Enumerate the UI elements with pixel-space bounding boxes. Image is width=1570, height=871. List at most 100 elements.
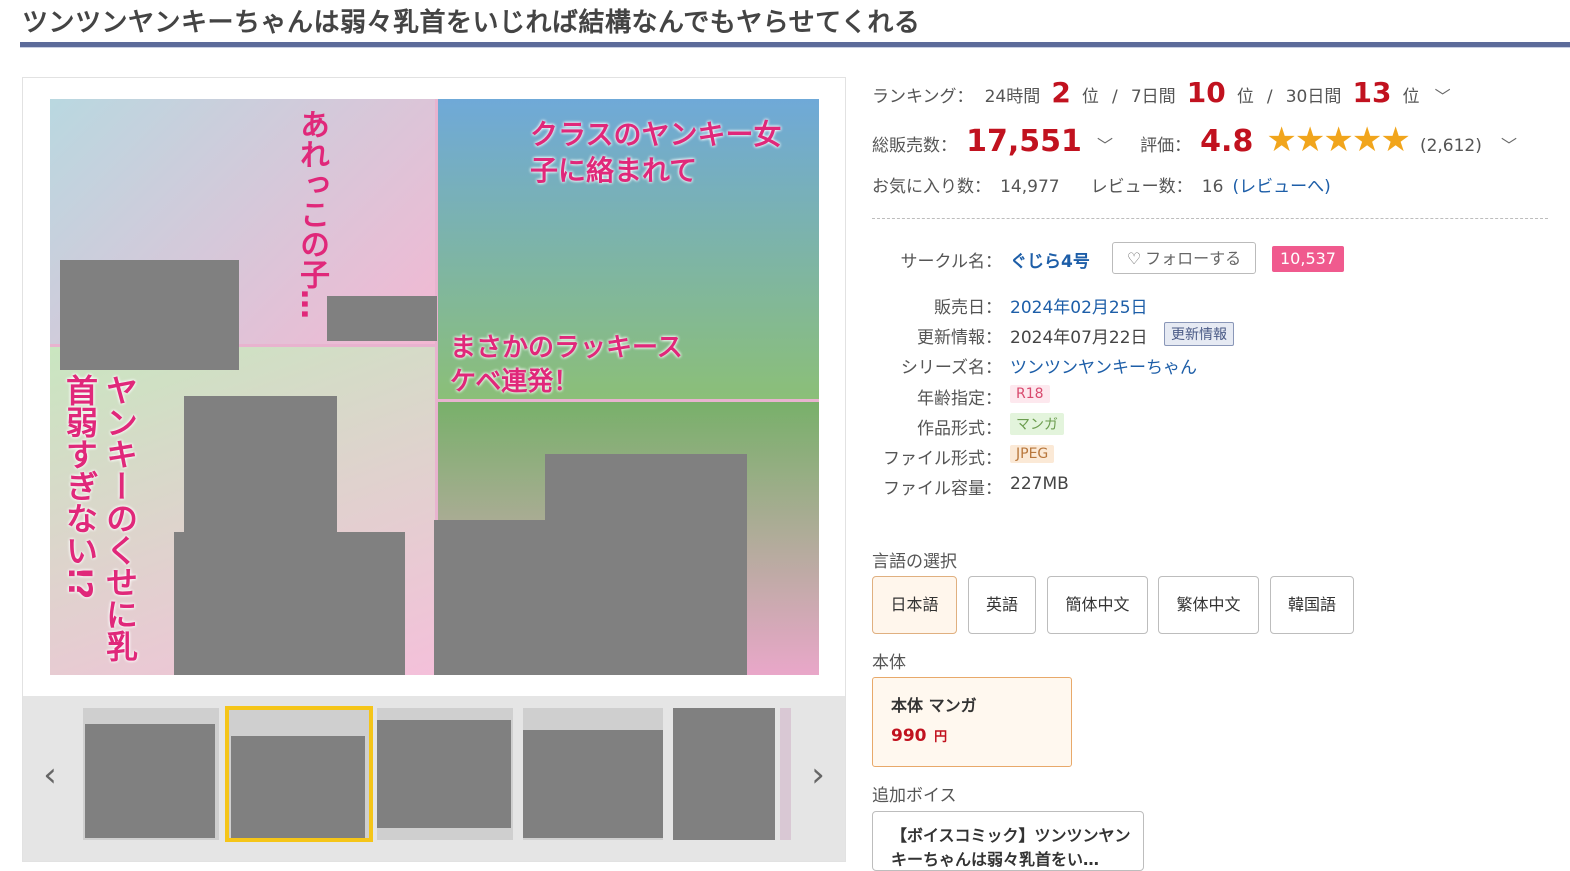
thumbnail[interactable]	[673, 708, 775, 840]
favorites-label: お気に入り数：	[872, 177, 991, 197]
ranking-label: ランキング：	[872, 87, 974, 107]
reviews-link[interactable]: (レビューへ)	[1233, 177, 1331, 197]
follow-button[interactable]: ♡ フォローする	[1112, 242, 1256, 274]
voice-title: 【ボイスコミック】ツンツンヤンキーちゃんは弱々乳首をい…	[891, 826, 1131, 869]
favorites-value: 14,977	[1000, 177, 1060, 197]
section-divider	[872, 218, 1548, 219]
rating-value: 4.8	[1200, 124, 1254, 159]
censor-block	[85, 724, 215, 838]
circle-label: サークル名：	[900, 252, 1003, 272]
language-option-simplified-chinese[interactable]: 簡体中文	[1047, 576, 1148, 634]
update-label: 更新情報：	[917, 328, 1002, 348]
censor-block	[673, 708, 775, 840]
star-icon: ★	[1323, 120, 1354, 160]
cover-caption-3: まさかのラッキースケベ連発！	[450, 333, 683, 397]
censor-block	[545, 454, 747, 675]
image-gallery: あれっこの子… クラスのヤンキー女子に絡まれて まさかのラッキースケベ連発！ ヤ…	[22, 77, 846, 862]
language-option-korean[interactable]: 韓国語	[1270, 576, 1354, 634]
language-section-label: 言語の選択	[872, 552, 957, 572]
reviews-label: レビュー数：	[1090, 177, 1193, 197]
heart-icon: ♡	[1126, 249, 1142, 268]
file-size-label: ファイル容量：	[883, 479, 1002, 499]
ranking-value: 2	[1051, 76, 1071, 109]
work-format-tag[interactable]: マンガ	[1010, 413, 1064, 435]
favorites-row: お気に入り数： 14,977 レビュー数： 16 (レビューへ)	[872, 172, 1331, 197]
work-format-value: マンガ	[1010, 413, 1064, 435]
sales-value: 17,551	[966, 124, 1082, 159]
update-date: 2024年07月22日	[1010, 328, 1148, 348]
file-format-label: ファイル形式：	[883, 449, 1002, 469]
star-icon: ★	[1294, 120, 1326, 160]
chevron-left-icon[interactable]: ‹	[35, 758, 65, 792]
ranking-period: 7日間	[1130, 87, 1176, 107]
chevron-down-icon[interactable]: ﹀	[1435, 87, 1451, 106]
ranking-period: 24時間	[984, 87, 1041, 107]
reviews-value: 16	[1201, 177, 1224, 197]
age-rating-value: R18	[1010, 385, 1050, 403]
ranking-unit: 位	[1236, 87, 1254, 107]
follow-count-badge: 10,537	[1272, 246, 1344, 272]
censor-block	[377, 720, 511, 828]
ranking-unit: 位	[1081, 87, 1099, 107]
chevron-right-icon[interactable]: ›	[803, 758, 833, 792]
release-date-label: 販売日：	[934, 298, 1002, 318]
chevron-down-icon[interactable]: ﹀	[1097, 136, 1113, 155]
cover-caption-1: あれっこの子…	[294, 109, 329, 319]
ranking-separator: /	[1266, 87, 1273, 107]
chevron-down-icon[interactable]: ﹀	[1501, 136, 1517, 155]
star-icon: ★	[1351, 120, 1383, 160]
ranking-value: 13	[1352, 76, 1392, 109]
ranking-separator: /	[1112, 87, 1118, 107]
star-icon: ★	[1266, 120, 1297, 160]
rating-label: 評価：	[1140, 136, 1192, 156]
edition-price-unit: 円	[934, 730, 948, 745]
series-link[interactable]: ツンツンヤンキーちゃん	[1010, 353, 1197, 378]
cover-caption-4: ヤンキーのくせに乳首弱すぎない!?	[61, 374, 139, 662]
ranking-period: 30日間	[1285, 87, 1342, 107]
follow-button-label: フォローする	[1145, 249, 1242, 268]
voice-section-label: 追加ボイス	[872, 786, 957, 806]
thumbnail-active[interactable]	[225, 706, 373, 842]
age-rating-label: 年齢指定：	[917, 389, 1002, 409]
update-info-tag-label: 更新情報	[1164, 322, 1234, 346]
edition-price: 990 円	[891, 726, 947, 746]
censor-block	[174, 532, 405, 675]
update-info-tag[interactable]: 更新情報	[1164, 322, 1234, 346]
voice-option[interactable]: 【ボイスコミック】ツンツンヤンキーちゃんは弱々乳首をい…	[872, 811, 1144, 871]
rating-stars: ★★★★★	[1266, 120, 1410, 160]
censor-block	[60, 260, 239, 370]
ranking-unit: 位	[1402, 87, 1420, 107]
ranking-row: ランキング： 24時間 2 位 / 7日間 10 位 / 30日間 13 位 ﹀	[872, 76, 1451, 109]
series-label: シリーズ名：	[900, 358, 1002, 378]
title-divider	[20, 42, 1570, 48]
language-option-japanese[interactable]: 日本語	[872, 576, 957, 634]
thumbnail-partial[interactable]	[780, 708, 791, 840]
thumbnail[interactable]	[83, 708, 219, 840]
ranking-value: 10	[1186, 76, 1226, 109]
censor-block	[231, 736, 365, 838]
censor-block	[327, 296, 437, 341]
main-cover-image[interactable]: あれっこの子… クラスのヤンキー女子に絡まれて まさかのラッキースケベ連発！ ヤ…	[50, 99, 819, 675]
page-title: ツンツンヤンキーちゃんは弱々乳首をいじれば結構なんでもヤらせてくれる	[22, 8, 921, 38]
file-format-value: JPEG	[1010, 445, 1055, 463]
language-option-traditional-chinese[interactable]: 繁体中文	[1158, 576, 1259, 634]
edition-option[interactable]: 本体 マンガ 990 円	[872, 677, 1072, 767]
cover-caption-2: クラスのヤンキー女子に絡まれて	[530, 118, 782, 187]
file-size-value: 227MB	[1010, 474, 1069, 494]
language-option-english[interactable]: 英語	[968, 576, 1036, 634]
thumbnail[interactable]	[523, 708, 663, 840]
thumbnail[interactable]	[377, 708, 513, 840]
edition-section-label: 本体	[872, 653, 906, 673]
age-rating-tag[interactable]: R18	[1010, 383, 1050, 403]
file-format-tag[interactable]: JPEG	[1010, 443, 1055, 463]
rating-count: (2,612)	[1419, 136, 1482, 156]
work-format-label: 作品形式：	[917, 419, 1002, 439]
thumbnail-strip: ‹ ›	[23, 696, 845, 861]
circle-name-link[interactable]: ぐじら4号	[1010, 247, 1090, 272]
release-date-link[interactable]: 2024年02月25日	[1010, 293, 1148, 318]
censor-block	[523, 730, 663, 838]
edition-price-value: 990	[891, 726, 927, 746]
sales-label: 総販売数：	[872, 136, 957, 156]
edition-name: 本体 マンガ	[891, 696, 977, 715]
sales-rating-row: 総販売数： 17,551 ﹀ 評価： 4.8 ★★★★★ (2,612) ﹀	[872, 120, 1517, 160]
